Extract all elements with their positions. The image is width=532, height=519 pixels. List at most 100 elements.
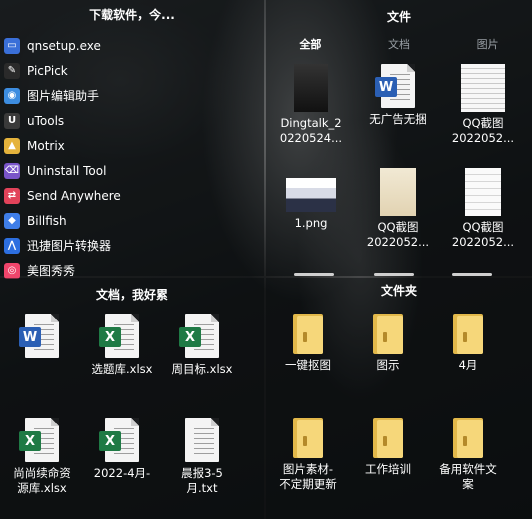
item-name: QQ截图 2022052... [451,116,515,145]
folder-front [297,420,323,458]
documents-item[interactable]: X 尚尚续命资 源库.xlsx [0,418,84,496]
documents-title: 文档，我好累 [95,288,168,302]
doc-fold [51,418,59,426]
image-converter-icon: ⋀ [4,237,20,254]
item-name: 一键抠图 [285,358,331,372]
billfish-icon: ◆ [4,212,20,229]
doc-fold [131,418,139,426]
download-app-item[interactable]: ▲ Motrix [4,133,260,158]
item-name: 图示 [376,358,400,372]
item-name: 备用软件文 案 [439,462,497,491]
folder-front [457,316,483,354]
app-label: Uninstall Tool [27,163,107,178]
documents-item[interactable]: X 周目标.xlsx [160,314,244,377]
documents-item[interactable]: X 2022-4月- [80,418,164,481]
word-badge: W [375,77,397,97]
folder-icon [293,418,323,458]
send-anywhere-icon: ⇄ [4,187,20,204]
download-app-item[interactable]: ◉ 图片编辑助手 [4,83,260,108]
folder-front [377,420,403,458]
folders-item[interactable]: 图片素材- 不定期更新 [266,418,350,492]
download-app-item[interactable]: ◆ Billfish [4,208,260,233]
tab-documents[interactable]: 文档 [359,36,439,52]
text-file-icon [185,418,219,462]
folder-tab [303,332,307,342]
item-name: Dingtalk_2 0220524... [279,116,343,145]
folders-panel: 文件夹 一键抠图 图示 4月 图片素材- 不定期更新 工作培训 备用软件文 案 [266,278,532,519]
item-name: QQ截图 2022052... [451,220,515,249]
folders-item[interactable]: 一键抠图 [266,314,350,373]
files-tabs: 全部 文档 图片 [266,36,532,52]
app-label: uTools [27,113,65,128]
download-app-item[interactable]: ✎ PicPick [4,58,260,83]
utools-icon: U [4,112,20,129]
item-name: 尚尚续命资 源库.xlsx [13,466,71,495]
folders-item[interactable]: 图示 [346,314,430,373]
doc-fold [131,314,139,322]
folder-front [377,316,403,354]
files-panel: 文件 全部 文档 图片 Dingtalk_2 0220524... W 无广告无捆 Q… [266,0,532,276]
documents-item[interactable]: X 选题库.xlsx [80,314,164,377]
folder-icon [373,314,403,354]
item-name: QQ截图 2022052... [366,220,430,249]
screenshot-thumbnail [461,64,505,112]
downloads-title: 下载软件，今... [89,8,175,22]
picpick-icon: ✎ [4,62,20,79]
doc-fold [211,314,219,322]
folder-icon [373,418,403,458]
app-label: PicPick [27,63,68,78]
files-item[interactable]: QQ截图 2022052... [356,168,440,250]
doc-lines [194,428,214,454]
item-name: 1.png [294,216,328,230]
files-scroll-indicator [294,273,334,276]
folder-icon [453,314,483,354]
documents-item[interactable]: 晨报3-5 月.txt [160,418,244,496]
files-item[interactable]: QQ截图 2022052... [441,168,525,250]
folder-tab [463,436,467,446]
doc-fold [211,418,219,426]
doc-fold [51,314,59,322]
files-item[interactable]: QQ截图 2022052... [441,64,525,146]
files-scroll-indicator [452,273,492,276]
app-label: Motrix [27,138,65,153]
word-badge: W [19,327,41,347]
item-name: 选题库.xlsx [91,362,153,376]
screenshot-poster-thumbnail [380,168,416,216]
item-name: 2022-4月- [93,466,151,480]
folder-icon [453,418,483,458]
excel-badge: X [99,327,121,347]
download-app-item[interactable]: UuTools [4,108,260,133]
excel-badge: X [179,327,201,347]
download-app-item[interactable]: ⇄ Send Anywhere [4,183,260,208]
tab-images[interactable]: 图片 [448,36,528,52]
excel-file-icon: X [19,418,59,462]
app-label: 美图秀秀 [27,264,76,278]
item-name: 4月 [458,358,478,372]
downloads-panel: 下载软件，今... ▭ qnsetup.exe ✎ PicPick ◉ 图片编辑助手 UuT… [0,0,264,279]
folder-tab [383,436,387,446]
download-app-item[interactable]: ⌫ Uninstall Tool [4,158,260,183]
folders-item[interactable]: 备用软件文 案 [426,418,510,492]
documents-item[interactable]: W [0,314,84,362]
folder-front [457,420,483,458]
folders-item[interactable]: 4月 [426,314,510,373]
files-item[interactable]: 1.png [269,168,353,231]
screenshot-wide-thumbnail [286,178,336,212]
files-item[interactable]: Dingtalk_2 0220524... [269,64,353,146]
app-label: Billfish [27,213,67,228]
folder-tab [383,332,387,342]
item-name: 晨报3-5 月.txt [181,466,223,495]
files-item[interactable]: W 无广告无捆 [356,64,440,127]
uninstall-tool-icon: ⌫ [4,162,20,179]
documents-panel: 文档，我好累 W X 选题库.xlsx X 周目标.xlsx X 尚尚续命资 源库.xlsx… [0,278,264,519]
doc-fold [407,64,415,72]
app-label: qnsetup.exe [27,38,101,53]
tab-all[interactable]: 全部 [270,36,350,52]
image-editor-icon: ◉ [4,87,20,104]
folder-icon [293,314,323,354]
folder-tab [463,332,467,342]
download-app-item[interactable]: ▭ qnsetup.exe [4,33,260,58]
download-app-item[interactable]: ⋀ 迅捷图片转换器 [4,233,260,258]
folders-item[interactable]: 工作培训 [346,418,430,477]
screenshot-light-thumbnail [465,168,501,216]
